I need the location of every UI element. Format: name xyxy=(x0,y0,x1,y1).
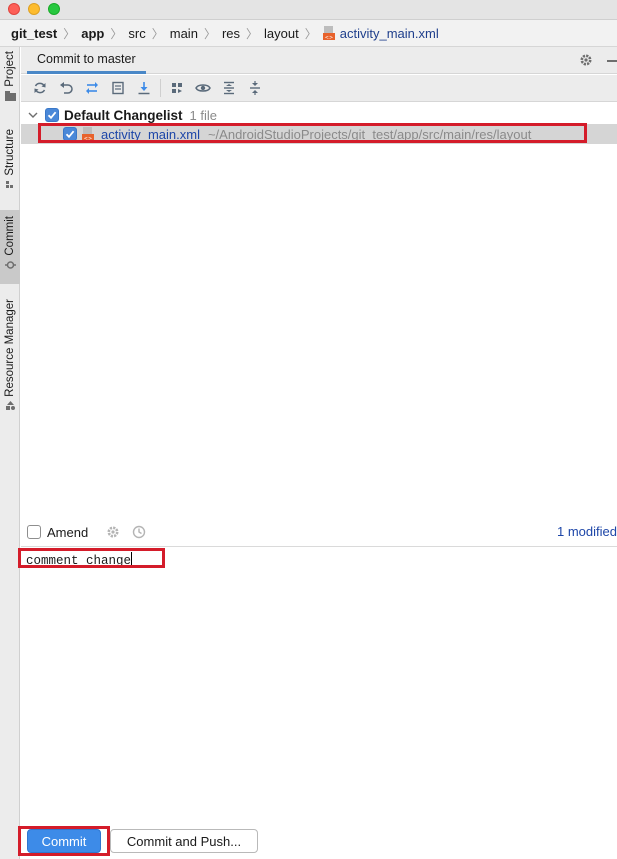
amend-checkbox[interactable] xyxy=(27,525,41,539)
changed-file-name: activity_main.xml xyxy=(101,126,200,142)
breadcrumb-item[interactable]: main xyxy=(170,26,198,41)
breadcrumb: git_test 〉 app 〉 src 〉 main 〉 res 〉 layo… xyxy=(0,20,617,47)
tool-tab-label: Resource Manager xyxy=(4,299,16,397)
breadcrumb-item-current[interactable]: activity_main.xml xyxy=(340,26,439,41)
zoom-window-button[interactable] xyxy=(48,3,60,15)
gear-icon[interactable] xyxy=(579,53,593,67)
tab-commit-to-master[interactable]: Commit to master xyxy=(27,47,146,74)
changelist-row[interactable]: Default Changelist 1 file xyxy=(21,105,617,125)
diff-icon[interactable] xyxy=(79,77,105,99)
breadcrumb-item[interactable]: layout xyxy=(264,26,299,41)
chevron-right-icon: 〉 xyxy=(110,26,123,41)
tool-tab-structure[interactable]: Structure xyxy=(0,129,20,190)
tool-tab-resource-manager[interactable]: Resource Manager xyxy=(0,299,20,411)
structure-icon xyxy=(5,180,13,188)
amend-label: Amend xyxy=(47,524,89,540)
chevron-right-icon: 〉 xyxy=(63,26,76,41)
commit-message-editor[interactable]: comment change xyxy=(18,546,617,822)
chevron-down-icon[interactable] xyxy=(28,110,38,120)
changes-tree: Default Changelist 1 file <> activity_ma… xyxy=(21,103,617,518)
text-caret xyxy=(131,552,133,566)
chevron-right-icon: 〉 xyxy=(151,26,164,41)
resource-manager-icon xyxy=(5,400,15,410)
chevron-right-icon: 〉 xyxy=(246,26,259,41)
history-icon[interactable] xyxy=(132,525,146,539)
changelist-checkbox[interactable] xyxy=(45,108,59,122)
breadcrumb-item[interactable]: res xyxy=(222,26,240,41)
commit-icon xyxy=(4,260,16,269)
breadcrumb-item[interactable]: src xyxy=(128,26,145,41)
collapse-all-icon[interactable] xyxy=(242,77,268,99)
tool-tab-label: Project xyxy=(4,51,16,87)
breadcrumb-item[interactable]: app xyxy=(81,26,104,41)
commit-actions: Commit Commit and Push... xyxy=(18,822,617,859)
toolbar-separator xyxy=(160,79,161,97)
commit-button[interactable]: Commit xyxy=(27,829,101,853)
hide-panel-button[interactable] xyxy=(607,60,617,62)
tool-tab-label: Commit xyxy=(4,216,16,256)
commit-options-gear-icon[interactable] xyxy=(106,525,120,539)
minimize-window-button[interactable] xyxy=(28,3,40,15)
modified-files-link[interactable]: 1 modified xyxy=(557,524,617,539)
changelist-file-count: 1 file xyxy=(189,107,217,123)
expand-all-icon[interactable] xyxy=(216,77,242,99)
shelve-icon[interactable] xyxy=(105,77,131,99)
tool-tab-project[interactable]: Project xyxy=(0,51,20,101)
group-by-icon[interactable] xyxy=(164,77,190,99)
commit-message-text[interactable]: comment change xyxy=(26,552,133,568)
commit-options-row: Amend 1 modified xyxy=(21,518,617,546)
tool-tab-label: Structure xyxy=(4,129,16,176)
tab-label: Commit to master xyxy=(37,52,136,66)
rollback-icon[interactable] xyxy=(53,77,79,99)
update-icon[interactable] xyxy=(131,77,157,99)
tool-tab-commit[interactable]: Commit xyxy=(0,210,20,284)
svg-text:<>: <> xyxy=(84,136,92,141)
changed-file-path: ~/AndroidStudioProjects/git_test/app/src… xyxy=(207,126,532,142)
commit-toolbar xyxy=(21,75,617,102)
svg-text:<>: <> xyxy=(325,35,333,40)
xml-file-icon: <> xyxy=(82,127,94,141)
view-options-icon[interactable] xyxy=(190,77,216,99)
left-tool-strip: Project Structure Commit Resource Manage… xyxy=(0,47,20,859)
window-title-bar xyxy=(0,0,617,20)
file-checkbox[interactable] xyxy=(63,127,77,141)
tool-window-header: Commit to master xyxy=(21,47,617,74)
changelist-name: Default Changelist xyxy=(64,107,183,123)
close-window-button[interactable] xyxy=(8,3,20,15)
refresh-icon[interactable] xyxy=(27,77,53,99)
xml-file-icon: <> xyxy=(322,26,336,41)
changed-file-row[interactable]: <> activity_main.xml ~/AndroidStudioProj… xyxy=(21,124,617,144)
breadcrumb-item[interactable]: git_test xyxy=(11,26,57,41)
commit-and-push-button[interactable]: Commit and Push... xyxy=(110,829,258,853)
chevron-right-icon: 〉 xyxy=(203,26,216,41)
chevron-right-icon: 〉 xyxy=(304,26,317,41)
folder-icon xyxy=(4,90,16,101)
